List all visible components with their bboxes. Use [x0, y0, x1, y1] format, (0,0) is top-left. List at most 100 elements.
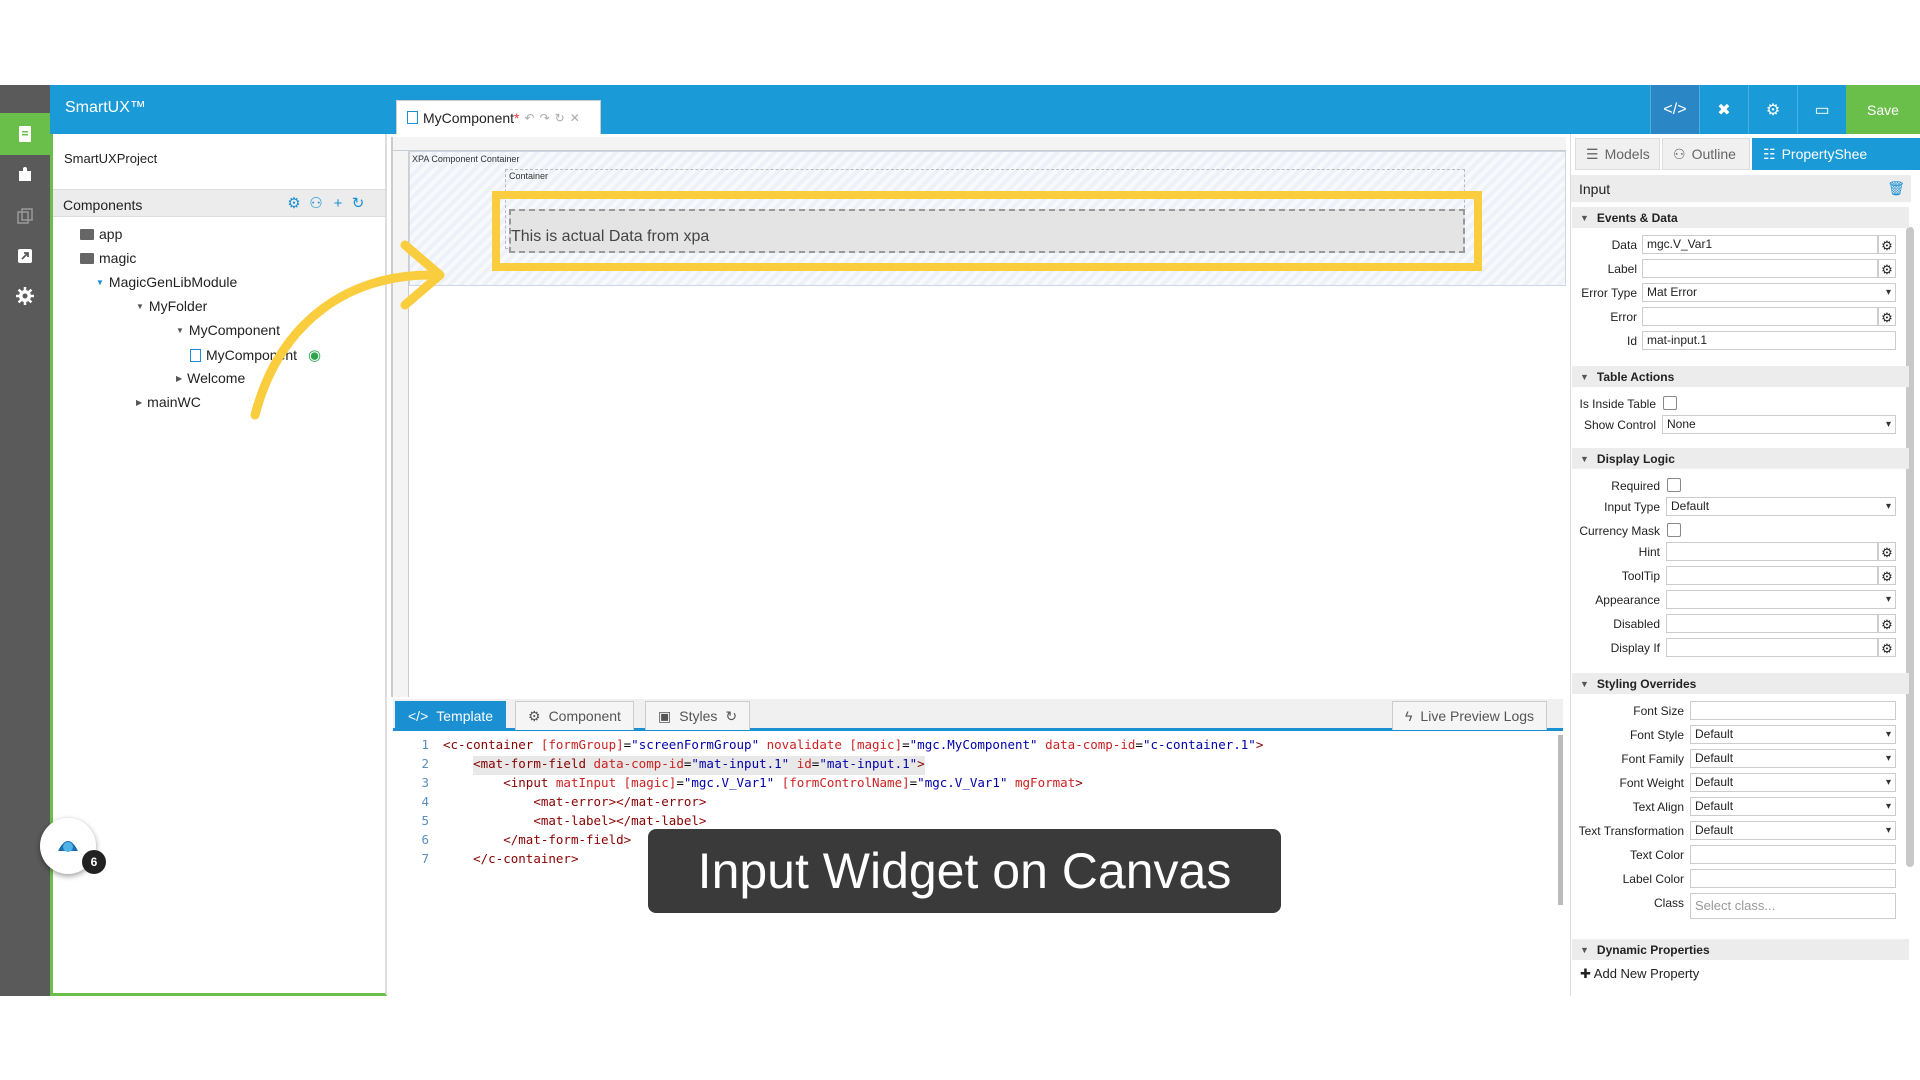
property-label: Text Align — [1632, 800, 1684, 814]
tab-label: Models — [1604, 146, 1650, 162]
gear-icon[interactable]: ⚙ — [1878, 259, 1896, 278]
property-input[interactable] — [1666, 566, 1878, 585]
property-input[interactable] — [1642, 259, 1878, 278]
property-input[interactable] — [1666, 542, 1878, 561]
property-dropdown[interactable]: None — [1662, 415, 1896, 434]
property-dropdown[interactable]: Default — [1690, 725, 1896, 744]
expand-button[interactable]: ✖ — [1699, 85, 1748, 134]
tab-outline[interactable]: ⚇ Outline — [1662, 138, 1750, 170]
property-input[interactable] — [1666, 638, 1878, 657]
section-table-actions[interactable]: ▼ Table Actions — [1572, 366, 1909, 387]
tree-item-myfolder[interactable]: ▼ MyFolder — [136, 298, 207, 314]
section-dynamic-properties[interactable]: ▼ Dynamic Properties — [1572, 939, 1909, 960]
code-token: "mat-input.1" — [691, 756, 790, 775]
property-input[interactable] — [1690, 701, 1896, 720]
xpa-container-label: XPA Component Container — [412, 154, 520, 164]
refresh-icon[interactable]: ↻ — [725, 708, 737, 725]
property-input[interactable] — [1690, 869, 1896, 888]
gear-icon[interactable]: ⚙ — [1878, 307, 1896, 326]
property-checkbox[interactable] — [1663, 396, 1677, 410]
components-rail-button[interactable] — [0, 153, 50, 195]
code-token: > — [917, 756, 925, 775]
property-scrollbar[interactable] — [1906, 227, 1914, 867]
puzzle-icon — [19, 167, 31, 181]
tab-template[interactable]: </> Template — [395, 701, 507, 730]
gear-icon[interactable]: ⚙ — [1878, 638, 1896, 657]
files-rail-button[interactable] — [0, 113, 50, 155]
code-line[interactable]: 1 <c-container [formGroup] = "screenFormGro… — [393, 737, 1263, 756]
caret-right-icon: ▶ — [176, 373, 183, 383]
section-styling-overrides[interactable]: ▼ Styling Overrides — [1572, 673, 1909, 694]
tree-item-magic[interactable]: magic — [80, 250, 136, 266]
app-title: SmartUX™ — [65, 99, 146, 116]
property-dropdown[interactable] — [1666, 590, 1896, 609]
section-events-data[interactable]: ▼ Events & Data — [1572, 207, 1909, 228]
property-input[interactable] — [1666, 614, 1878, 633]
tree-item-welcome[interactable]: ▶ Welcome — [176, 370, 245, 386]
property-label: Font Weight — [1619, 776, 1684, 790]
code-line[interactable]: 6 </mat-form-field> — [393, 832, 631, 851]
tab-component[interactable]: ⚙ Component — [515, 701, 634, 730]
property-checkbox[interactable] — [1667, 523, 1681, 537]
undo-icon[interactable]: ↶ — [525, 111, 535, 125]
code-token: <mat-error></mat-error> — [533, 794, 707, 809]
tab-models[interactable]: ☰ Models — [1575, 138, 1660, 170]
close-icon[interactable]: ✕ — [570, 111, 580, 125]
code-scrollbar[interactable] — [1558, 735, 1563, 905]
share-rail-button[interactable] — [0, 235, 50, 277]
property-checkbox[interactable] — [1667, 478, 1681, 492]
code-line[interactable]: 4 <mat-error></mat-error> — [393, 794, 706, 813]
tab-live-preview-logs[interactable]: ϟ Live Preview Logs — [1392, 701, 1548, 730]
caret-down-icon: ▼ — [136, 301, 144, 311]
gear-icon[interactable]: ⚙ — [1878, 566, 1896, 585]
editor-tab[interactable]: MyComponent * ↶ ↷ ↻ ✕ — [396, 100, 601, 134]
gear-icon[interactable]: ⚙ — [1878, 542, 1896, 561]
code-line[interactable]: 7 </c-container> — [393, 851, 578, 870]
share-button[interactable]: ⚙ — [1748, 85, 1797, 134]
property-input[interactable] — [1690, 845, 1896, 864]
code-token: = — [909, 775, 918, 790]
tree-item-app[interactable]: app — [80, 226, 122, 242]
tab-property-sheet[interactable]: ☷ PropertyShee — [1752, 138, 1920, 170]
gear-icon[interactable]: ⚙ — [1878, 614, 1896, 633]
code-token: = — [1135, 737, 1143, 752]
code-token: "mgc.V_Var1" — [917, 775, 1008, 790]
property-input[interactable]: mgc.V_Var1 — [1642, 235, 1878, 254]
tab-label: Template — [436, 708, 494, 724]
redo-icon[interactable]: ↷ — [540, 111, 550, 125]
trash-icon[interactable]: 🗑 — [1887, 180, 1905, 197]
code-line[interactable]: 3 <input matInput [magic] = "mgc.V_Var1" [… — [393, 775, 1082, 794]
code-token: <mat-form-field — [473, 756, 594, 775]
add-new-property-button[interactable]: ✚ Add New Property — [1580, 966, 1699, 982]
property-dropdown[interactable]: Default — [1690, 797, 1896, 816]
property-dropdown[interactable]: Mat Error — [1642, 283, 1896, 302]
property-label: Required — [1611, 479, 1660, 493]
gear-icon[interactable]: ⚙ — [1878, 235, 1896, 254]
tree-item-magicgenlibmodule[interactable]: ▼ MagicGenLibModule — [96, 274, 237, 290]
settings-rail-button[interactable] — [0, 275, 50, 317]
copy-rail-button[interactable] — [0, 195, 50, 237]
tree-item-mainwc[interactable]: ▶ mainWC — [136, 394, 201, 410]
add-property-label: Add New Property — [1593, 966, 1700, 981]
refresh-icon[interactable]: ↻ — [555, 111, 565, 125]
tab-styles[interactable]: ▣ Styles ↻ — [645, 701, 751, 730]
property-label: Is Inside Table — [1579, 397, 1657, 411]
code-line[interactable]: 2 <mat-form-field data-comp-id = "mat-inpu… — [393, 756, 925, 775]
property-dropdown[interactable]: Default — [1690, 821, 1896, 840]
tree-label: app — [99, 226, 123, 242]
code-view-button[interactable]: </> — [1650, 85, 1699, 134]
preview-button[interactable]: ▭ — [1797, 85, 1846, 134]
property-input[interactable] — [1642, 307, 1878, 326]
folder-icon — [80, 252, 94, 264]
save-button[interactable]: Save — [1846, 85, 1920, 134]
file-icon — [190, 348, 201, 362]
image-icon: ▣ — [658, 707, 672, 724]
property-dropdown[interactable]: Default — [1666, 497, 1896, 516]
property-dropdown[interactable]: Default — [1690, 749, 1896, 768]
section-display-logic[interactable]: ▼ Display Logic — [1572, 448, 1909, 469]
property-dropdown[interactable]: Default — [1690, 773, 1896, 792]
editor-tab-label: MyComponent — [423, 109, 515, 126]
property-input[interactable]: Select class... — [1690, 893, 1896, 919]
property-input[interactable]: mat-input.1 — [1642, 331, 1896, 350]
tree-label: MyFolder — [148, 298, 208, 314]
